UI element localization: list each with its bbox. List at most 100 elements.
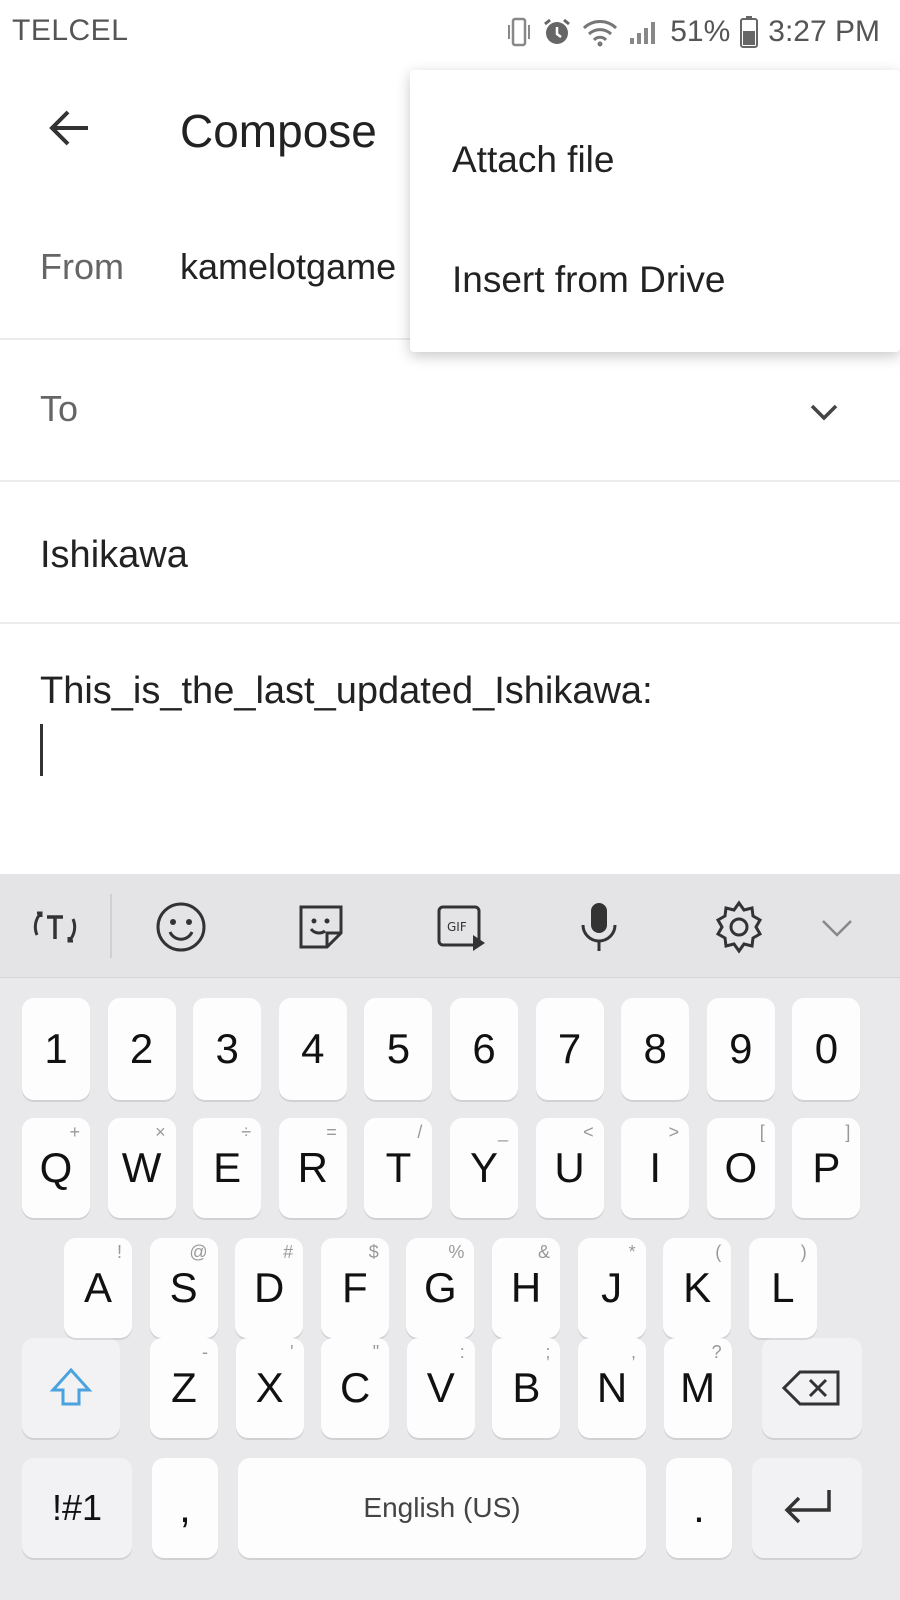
back-button[interactable] <box>40 98 100 158</box>
key-0[interactable]: 0 <box>792 998 861 1100</box>
attach-menu: Attach file Insert from Drive <box>410 70 900 352</box>
key-y-label: Y <box>469 1144 498 1191</box>
key-5-label: 5 <box>386 1025 411 1072</box>
key-n-hint: , <box>630 1342 636 1362</box>
key-q[interactable]: Q + <box>22 1118 90 1218</box>
key-c-label: C <box>340 1364 371 1411</box>
key-m-hint: ? <box>711 1342 722 1362</box>
carrier-label: TELCEL <box>12 14 129 47</box>
key-x[interactable]: X ' <box>235 1338 304 1438</box>
gif-icon[interactable]: GIF <box>432 898 490 956</box>
key-n-label: N <box>596 1364 628 1411</box>
collapse-chevron-icon[interactable] <box>808 898 866 956</box>
key-f-label: F <box>341 1264 368 1311</box>
microphone-icon[interactable] <box>570 898 628 956</box>
key-i-hint: > <box>668 1122 680 1142</box>
key-d-label: D <box>254 1264 285 1311</box>
key-h[interactable]: H & <box>492 1238 560 1338</box>
key-q-label: Q <box>39 1144 73 1191</box>
key-y[interactable]: Y _ <box>450 1118 518 1218</box>
from-account[interactable]: kamelotgame <box>180 246 420 288</box>
key-l[interactable]: L) <box>748 1238 817 1338</box>
key-j[interactable]: J * <box>577 1238 646 1338</box>
wifi-icon <box>582 17 618 47</box>
key-i[interactable]: I > <box>621 1118 690 1218</box>
key-v-hint: : <box>459 1342 465 1362</box>
key-z-hint: - <box>202 1342 208 1362</box>
key-8-label: 8 <box>643 1025 667 1072</box>
keyboard-toolbar: GIF <box>0 874 900 978</box>
key-6-label: 6 <box>472 1025 496 1072</box>
key-9-label: 9 <box>729 1025 753 1072</box>
menu-item-attach-file[interactable]: Attach file <box>410 100 900 220</box>
space-key[interactable]: English (US) <box>238 1458 646 1558</box>
menu-item-insert-from-drive[interactable]: Insert from Drive <box>410 220 900 340</box>
key-n[interactable]: N, <box>578 1338 646 1438</box>
body-field[interactable]: This_is_the_last_updated_Ishikawa: <box>0 624 900 874</box>
key-l-label: L <box>771 1264 795 1311</box>
to-label: To <box>40 388 79 429</box>
key-t[interactable]: T / <box>364 1118 433 1218</box>
period-key[interactable]: . <box>666 1458 732 1558</box>
key-3[interactable]: 3 <box>193 998 262 1100</box>
key-2[interactable]: 2 <box>107 998 176 1100</box>
key-c[interactable]: C " <box>321 1338 390 1438</box>
chevron-down-icon[interactable] <box>804 392 844 432</box>
key-z[interactable]: Z- <box>150 1338 218 1438</box>
key-5[interactable]: 5 <box>364 998 433 1100</box>
key-r-label: R <box>297 1144 328 1191</box>
body-text: This_is_the_last_updated_Ishikawa: <box>40 670 653 712</box>
key-p-label: P <box>812 1144 841 1191</box>
key-j-label: J <box>601 1264 623 1311</box>
key-x-label: X <box>255 1364 284 1411</box>
key-g[interactable]: G% <box>406 1238 475 1338</box>
enter-key[interactable] <box>752 1458 862 1558</box>
enter-return-icon <box>784 1490 831 1524</box>
key-b[interactable]: B; <box>492 1338 561 1438</box>
key-m[interactable]: M? <box>663 1338 732 1438</box>
from-label: From <box>40 246 124 287</box>
key-a[interactable]: A! <box>64 1238 132 1338</box>
key-v[interactable]: V: <box>406 1338 475 1438</box>
sticker-icon[interactable] <box>292 898 350 956</box>
key-w[interactable]: W × <box>107 1118 176 1218</box>
key-x-hint: ' <box>290 1342 294 1362</box>
emoji-icon[interactable] <box>152 898 210 956</box>
key-d-hint: # <box>283 1242 294 1262</box>
key-1[interactable]: 1 <box>22 998 90 1100</box>
backspace-key[interactable] <box>762 1338 862 1438</box>
battery-icon <box>740 16 759 48</box>
key-7[interactable]: 7 <box>535 998 604 1100</box>
status-icons: 51% 3:27 PM <box>506 12 880 52</box>
key-8[interactable]: 8 <box>621 998 690 1100</box>
key-e[interactable]: E ÷ <box>193 1118 262 1218</box>
key-g-label: G <box>424 1264 457 1311</box>
key-4-label: 4 <box>301 1025 325 1072</box>
key-f[interactable]: F $ <box>320 1238 389 1338</box>
space-key-label: English (US) <box>363 1492 521 1523</box>
backspace-icon <box>782 1370 840 1406</box>
text-translate-icon[interactable] <box>26 898 84 956</box>
key-r[interactable]: R = <box>278 1118 347 1218</box>
key-4[interactable]: 4 <box>278 998 347 1100</box>
key-s[interactable]: S @ <box>149 1238 218 1338</box>
key-o[interactable]: O[ <box>706 1118 775 1218</box>
key-y-hint: _ <box>497 1122 508 1142</box>
settings-gear-icon[interactable] <box>710 898 768 956</box>
key-k[interactable]: K( <box>663 1238 732 1338</box>
comma-key[interactable]: , <box>152 1458 218 1558</box>
key-b-label: B <box>512 1364 541 1411</box>
key-p[interactable]: P] <box>792 1118 861 1218</box>
key-u[interactable]: U < <box>535 1118 604 1218</box>
key-0-label: 0 <box>814 1025 839 1072</box>
key-h-hint: & <box>537 1242 550 1262</box>
key-9[interactable]: 9 <box>706 998 775 1100</box>
shift-key[interactable] <box>22 1338 120 1438</box>
key-d[interactable]: D # <box>235 1238 304 1338</box>
subject-field[interactable]: Ishikawa <box>0 482 900 624</box>
page-title: Compose <box>180 105 377 157</box>
to-row[interactable]: To <box>0 340 900 482</box>
key-o-label: O <box>724 1144 758 1191</box>
symbols-key[interactable]: !#1 <box>22 1458 132 1558</box>
key-6[interactable]: 6 <box>450 998 518 1100</box>
